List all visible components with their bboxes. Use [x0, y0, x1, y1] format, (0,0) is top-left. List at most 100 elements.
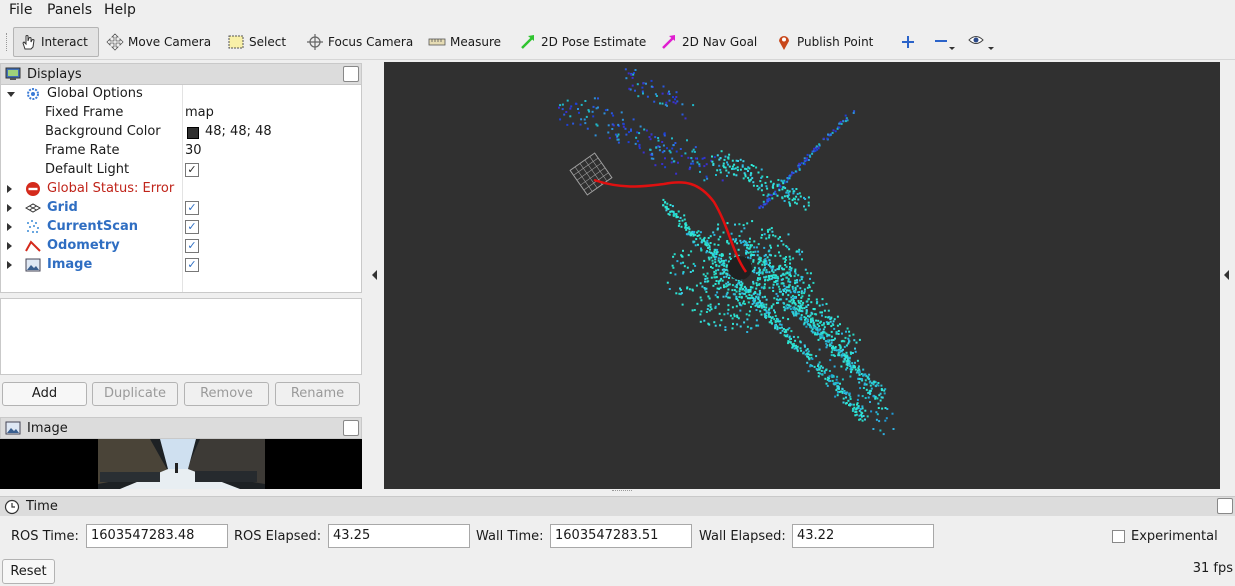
focus-camera-tool[interactable]: Focus Camera — [301, 27, 418, 57]
wall-elapsed-field[interactable]: 43.22 — [792, 524, 934, 548]
ros-time-field[interactable]: 1603547283.48 — [86, 524, 228, 548]
ros-elapsed-label: ROS Elapsed: — [234, 529, 322, 544]
scan-points — [558, 68, 895, 436]
color-swatch[interactable] — [187, 127, 199, 139]
map-pin-icon — [779, 36, 789, 50]
render-viewport[interactable] — [384, 62, 1220, 491]
displays-float-button[interactable] — [343, 66, 359, 82]
select-label: Select — [249, 35, 287, 49]
background-color-value[interactable]: 48; 48; 48 — [205, 124, 272, 139]
pointcloud-icon — [27, 220, 39, 233]
gear-icon — [27, 88, 39, 100]
minus-icon — [935, 40, 955, 50]
add-button[interactable]: Add — [2, 382, 87, 406]
right-dock-splitter[interactable] — [1220, 62, 1235, 489]
tree-row-frame-rate[interactable]: Frame Rate 30 — [1, 142, 361, 161]
fixed-frame-label: Fixed Frame — [45, 105, 124, 120]
error-icon — [26, 182, 40, 196]
tree-row-background-color[interactable]: Background Color 48; 48; 48 — [1, 123, 361, 142]
global-status-label: Global Status: Error — [47, 181, 175, 196]
fixed-frame-value[interactable]: map — [185, 105, 214, 120]
tree-row-global-status[interactable]: Global Status: Error — [1, 180, 361, 199]
tree-row-odometry[interactable]: Odometry ✓ — [1, 237, 361, 256]
frame-rate-value[interactable]: 30 — [185, 143, 202, 158]
view-options-button[interactable] — [963, 27, 1003, 57]
green-arrow-icon — [521, 35, 534, 49]
tree-row-grid[interactable]: Grid ✓ — [1, 199, 361, 218]
expand-arrow-icon[interactable] — [7, 204, 12, 212]
eye-icon — [968, 36, 994, 50]
select-tool[interactable]: Select — [222, 27, 291, 57]
tree-row-default-light[interactable]: Default Light ✓ — [1, 161, 361, 180]
time-float-button[interactable] — [1217, 498, 1233, 514]
expand-arrow-icon[interactable] — [7, 92, 15, 97]
image-panel-header: Image — [0, 417, 362, 439]
grid-checkbox[interactable]: ✓ — [185, 201, 199, 215]
odometry-trajectory — [593, 178, 748, 273]
wall-time-label: Wall Time: — [476, 529, 544, 544]
publish-point-tool[interactable]: Publish Point — [770, 27, 878, 57]
experimental-label: Experimental — [1131, 529, 1218, 544]
default-light-checkbox[interactable]: ✓ — [185, 163, 199, 177]
interact-label: Interact — [41, 35, 88, 49]
odometry-icon — [25, 240, 41, 252]
image-checkbox[interactable]: ✓ — [185, 258, 199, 272]
magenta-arrow-icon — [662, 35, 675, 49]
nav-goal-tool[interactable]: 2D Nav Goal — [655, 27, 762, 57]
tree-row-image[interactable]: Image ✓ — [1, 256, 361, 275]
expand-arrow-icon[interactable] — [7, 223, 12, 231]
pose-estimate-tool[interactable]: 2D Pose Estimate — [514, 27, 651, 57]
currentscan-checkbox[interactable]: ✓ — [185, 220, 199, 234]
ros-elapsed-field[interactable]: 43.25 — [328, 524, 470, 548]
viewport-resize-handle[interactable] — [612, 490, 632, 493]
tree-row-fixed-frame[interactable]: Fixed Frame map — [1, 104, 361, 123]
time-panel-header: Time — [0, 496, 1235, 516]
add-tool-button[interactable] — [895, 27, 925, 57]
grid-icon — [25, 203, 41, 213]
wall-time-field[interactable]: 1603547283.51 — [550, 524, 692, 548]
monitor-icon — [5, 67, 21, 80]
measure-label: Measure — [450, 35, 501, 49]
move-camera-label: Move Camera — [128, 35, 212, 49]
image-float-button[interactable] — [343, 420, 359, 436]
remove-tool-button[interactable] — [928, 27, 964, 57]
measure-tool[interactable]: Measure — [423, 27, 506, 57]
frame-rate-label: Frame Rate — [45, 143, 120, 158]
camera-image-view — [0, 439, 362, 489]
menu-file[interactable]: File — [9, 2, 32, 18]
collapse-right-icon[interactable] — [1224, 270, 1229, 280]
interact-tool[interactable]: Interact — [13, 27, 99, 57]
expand-arrow-icon[interactable] — [7, 242, 12, 250]
odometry-checkbox[interactable]: ✓ — [185, 239, 199, 253]
menu-help[interactable]: Help — [104, 2, 136, 18]
street-camera-image — [98, 439, 265, 489]
grid-label: Grid — [47, 200, 78, 215]
pose-estimate-label: 2D Pose Estimate — [541, 35, 647, 49]
ros-time-label: ROS Time: — [11, 529, 79, 544]
expand-arrow-icon[interactable] — [7, 261, 12, 269]
menu-panels[interactable]: Panels — [47, 2, 92, 18]
toolbar: Interact Move Camera Select Focus Camera… — [0, 24, 1235, 60]
odometry-label: Odometry — [47, 238, 120, 253]
duplicate-button[interactable]: Duplicate — [92, 382, 178, 406]
tree-row-global-options[interactable]: Global Options — [1, 85, 361, 104]
rename-button[interactable]: Rename — [275, 382, 360, 406]
time-panel-title: Time — [26, 499, 58, 514]
nav-goal-label: 2D Nav Goal — [682, 35, 758, 49]
display-description-pane — [0, 298, 362, 375]
reset-button[interactable]: Reset — [2, 559, 55, 584]
plus-icon — [902, 36, 914, 48]
expand-arrow-icon[interactable] — [7, 185, 12, 193]
publish-point-label: Publish Point — [797, 35, 874, 49]
move-camera-tool[interactable]: Move Camera — [101, 27, 216, 57]
wall-elapsed-label: Wall Elapsed: — [699, 529, 786, 544]
left-dock-splitter[interactable] — [365, 62, 384, 489]
remove-button[interactable]: Remove — [184, 382, 269, 406]
clock-icon — [4, 499, 20, 515]
experimental-checkbox[interactable] — [1112, 530, 1125, 543]
toolbar-grip[interactable] — [6, 33, 9, 51]
ruler-icon — [428, 38, 446, 46]
collapse-left-icon[interactable] — [372, 270, 377, 280]
tree-row-currentscan[interactable]: CurrentScan ✓ — [1, 218, 361, 237]
focus-camera-label: Focus Camera — [328, 35, 414, 49]
